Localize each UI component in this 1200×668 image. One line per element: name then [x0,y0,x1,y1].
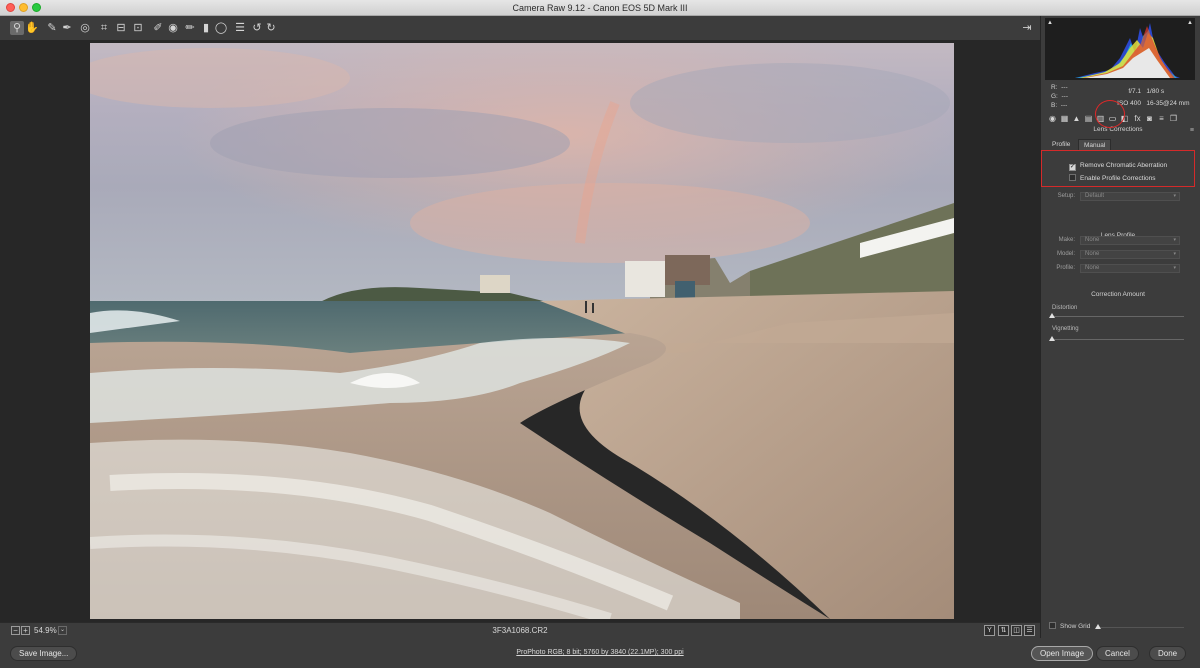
g-label: G: [1051,93,1058,100]
chevron-down-icon: ▾ [1173,251,1176,257]
grid-size-slider[interactable] [1098,627,1184,628]
enable-profile-corrections-checkbox[interactable]: Enable Profile Corrections [1069,174,1156,182]
model-value: None [1085,251,1100,257]
transform-tool-icon[interactable]: ⊡ [131,21,145,35]
model-label: Model: [1056,251,1075,257]
grid-size-slider-thumb[interactable] [1095,624,1101,629]
chevron-down-icon: ▾ [1173,237,1176,243]
tool-bar: ⇥ ⚲ ✋ ✎ ✒ ◎ ⌗ ⊟ ⊡ ✐ ◉ ✏ ▮ ◯ ☰ ↺ ↻ [0,16,1040,40]
setup-select[interactable]: Default ▾ [1080,192,1180,201]
targeted-adjustment-tool-icon[interactable]: ◎ [78,21,92,35]
make-value: None [1085,237,1100,243]
model-select[interactable]: None ▾ [1080,250,1180,259]
window-title: Camera Raw 9.12 - Canon EOS 5D Mark III [512,3,688,13]
spot-removal-tool-icon[interactable]: ✐ [151,21,165,35]
cancel-button[interactable]: Cancel [1096,646,1139,661]
white-balance-tool-icon[interactable]: ✎ [45,21,59,35]
profile-select[interactable]: None ▾ [1080,264,1180,273]
tone-curve-tab-icon[interactable]: ▦ [1059,113,1070,124]
image-preview-area[interactable] [0,40,1040,622]
snapshots-tab-icon[interactable]: ❐ [1168,113,1179,124]
show-grid-checkbox[interactable] [1049,622,1056,629]
radial-filter-icon[interactable]: ◯ [214,21,228,35]
adjustment-brush-icon[interactable]: ✏ [183,21,197,35]
setup-label: Setup: [1057,193,1075,199]
g-value: --- [1061,93,1069,100]
straighten-tool-icon[interactable]: ⊟ [114,21,128,35]
setup-value: Default [1085,193,1105,199]
file-name: 3F3A1068.CR2 [492,626,548,635]
chevron-down-icon: ▾ [1173,193,1176,199]
done-button[interactable]: Done [1149,646,1187,661]
workflow-options-link[interactable]: ProPhoto RGB; 8 bit; 5760 by 3840 (22.1M… [0,649,1200,656]
before-after-toggle-icon[interactable]: ◫ [1011,625,1022,636]
lens-info: 16-35@24 mm [1146,100,1190,107]
vignetting-slider-thumb[interactable] [1049,336,1055,341]
rgb-readout: R: --- G: --- B: --- [1051,83,1068,110]
vignetting-slider[interactable] [1050,339,1184,340]
checkbox-unchecked[interactable] [1069,174,1076,181]
detail-tab-icon[interactable]: ▲ [1071,113,1082,124]
crop-tool-icon[interactable]: ⌗ [97,21,111,35]
vignetting-label: Vignetting [1052,326,1079,332]
panel-title: Lens Corrections [1093,126,1143,133]
show-grid-label: Show Grid [1060,623,1091,630]
fullscreen-toggle-icon[interactable]: ⇥ [1020,21,1034,35]
basic-tab-icon[interactable]: ◉ [1047,113,1058,124]
histogram: ▲ ▲ [1045,18,1195,80]
rotate-left-icon[interactable]: ↺ [250,21,264,35]
red-eye-tool-icon[interactable]: ◉ [166,21,180,35]
color-sampler-tool-icon[interactable]: ✒ [60,21,74,35]
effects-tab-icon[interactable]: fx [1132,113,1143,124]
remove-chromatic-aberration-checkbox[interactable]: ✓ Remove Chromatic Aberration [1069,162,1167,171]
open-image-button[interactable]: Open Image [1031,646,1094,661]
distortion-slider[interactable] [1050,316,1184,317]
panel-menu-icon[interactable]: ≡ [1190,127,1194,134]
view-mode-y-icon[interactable]: Y [984,625,995,636]
checkbox-checked[interactable]: ✓ [1069,164,1076,171]
show-grid-control[interactable]: Show Grid [1049,622,1090,630]
presets-tab-icon[interactable]: ≡ [1156,113,1167,124]
distortion-label: Distortion [1052,305,1078,311]
r-label: R: [1051,84,1058,91]
aperture: f/7.1 [1128,88,1141,95]
r-value: --- [1061,84,1068,91]
shutter-speed: 1/80 s [1146,88,1165,95]
b-label: B: [1051,102,1058,109]
photo-preview [90,43,954,619]
profile-label: Profile: [1056,265,1075,271]
footer-bar: Save Image... ProPhoto RGB; 8 bit; 5760 … [0,638,1200,668]
zoom-tool-icon[interactable]: ⚲ [10,21,24,35]
rotate-right-icon[interactable]: ↻ [264,21,278,35]
make-select[interactable]: None ▾ [1080,236,1180,245]
status-bar: − + 54.9% ⌄ 3F3A1068.CR2 Y ⇅ ◫ ☰ [0,622,1040,638]
before-after-swap-icon[interactable]: ⇅ [998,625,1009,636]
hand-tool-icon[interactable]: ✋ [25,21,39,35]
enable-profile-label: Enable Profile Corrections [1080,175,1156,182]
graduated-filter-icon[interactable]: ▮ [199,21,213,35]
distortion-slider-thumb[interactable] [1049,313,1055,318]
b-value: --- [1060,102,1068,109]
title-bar: Camera Raw 9.12 - Canon EOS 5D Mark III [0,0,1200,16]
profile-value: None [1085,265,1100,271]
camera-calibration-tab-icon[interactable]: ◙ [1144,113,1155,124]
preferences-icon[interactable]: ☰ [233,21,247,35]
remove-ca-label: Remove Chromatic Aberration [1080,162,1168,169]
hsl-tab-icon[interactable]: ▤ [1083,113,1094,124]
chevron-down-icon: ▾ [1173,265,1176,271]
make-label: Make: [1058,237,1075,243]
correction-amount-title: Correction Amount [1091,291,1145,298]
highlight-circle [1095,100,1125,128]
view-settings-icon[interactable]: ☰ [1024,625,1035,636]
